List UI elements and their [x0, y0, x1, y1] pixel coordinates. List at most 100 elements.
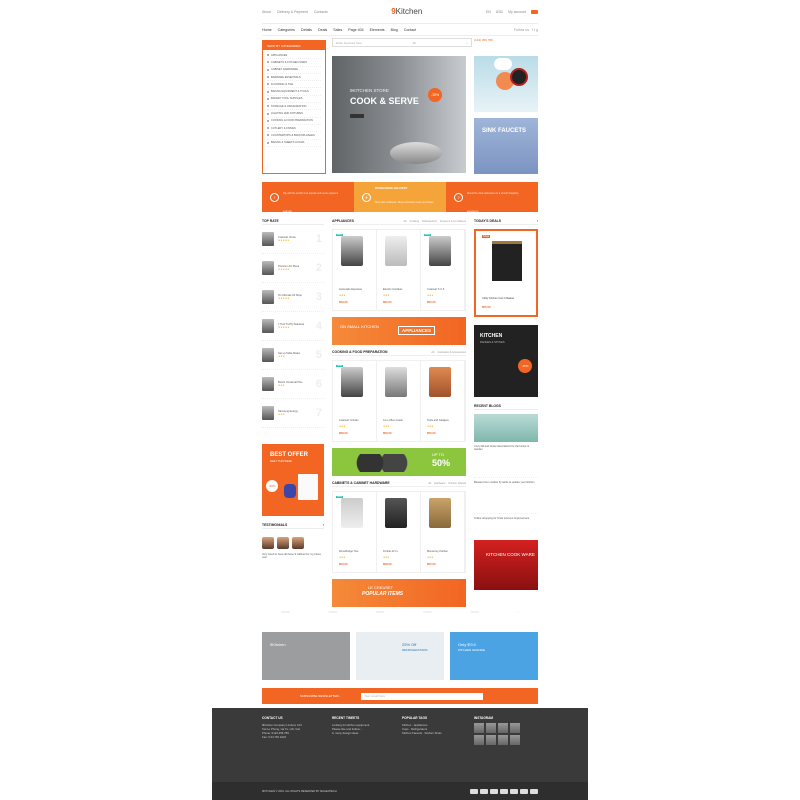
hero-shop-button[interactable]: [350, 114, 364, 118]
account-link[interactable]: My account: [508, 10, 526, 14]
instagram-thumb[interactable]: [474, 735, 484, 745]
nav-elements[interactable]: Elements: [370, 28, 385, 32]
product-card[interactable]: Monterrey Kitchen ★★★ $55.00: [421, 492, 465, 572]
sale-50-banner[interactable]: UP TO 50%: [332, 448, 466, 476]
search-input[interactable]: Enter keyword here All ⌕: [332, 38, 472, 47]
tab-freezers[interactable]: Freezers & Ice Makers: [440, 220, 466, 223]
nav-home[interactable]: Home: [262, 28, 272, 32]
product-card[interactable]: NEW Woodbridge Two ★★★ $50.00: [333, 492, 377, 572]
top-right: EN USD My account: [486, 9, 538, 14]
nav-contact[interactable]: Contact: [404, 28, 416, 32]
top-link-delivery[interactable]: Delivery & Payment: [277, 10, 308, 14]
nav-sales[interactable]: Sales: [333, 28, 342, 32]
category-item[interactable]: CABINET HARDWARE: [267, 67, 321, 74]
category-item[interactable]: BAKERY TOOL SUPPLIES: [267, 96, 321, 104]
product-card[interactable]: Electric Cordless ★★★ $60.00: [377, 230, 421, 310]
faucet-banner-title: SINK FAUCETS: [482, 128, 527, 134]
tab-all[interactable]: All: [428, 482, 431, 485]
top-link-about[interactable]: About: [262, 10, 271, 14]
search-scope[interactable]: All: [412, 41, 415, 45]
top-links: About Delivery & Payment Contacts: [262, 10, 328, 14]
nav-details[interactable]: Details: [301, 28, 312, 32]
top-rate-item[interactable]: 7 Tool Tri-Ply Stainless ★★★★★ 4: [262, 312, 324, 341]
top-rate-item[interactable]: Samsung Energy ★★★ 7: [262, 399, 324, 428]
promo-banner-refrigerators[interactable]: 25% Off REFRIGERATORS: [356, 632, 444, 680]
ranges-banner[interactable]: KITCHEN RANGES & STOVES -15%: [474, 325, 538, 397]
category-item[interactable]: BARWARE ESSENTIALS: [267, 74, 321, 82]
promo-banner-grande[interactable]: Only $'9.0 KITCHEN GRANDE: [450, 632, 538, 680]
top-link-contacts[interactable]: Contacts: [314, 10, 328, 14]
category-item[interactable]: BAKING & SHEETS & PANS: [267, 140, 321, 147]
tab-islands[interactable]: Kitchen Islands: [448, 482, 466, 485]
brand-logo[interactable]: ▭▭▭: [470, 610, 479, 614]
site-logo[interactable]: 9Kitchen: [391, 7, 422, 16]
category-item[interactable]: APPLIANCES: [267, 52, 321, 60]
top-rate-item[interactable]: Bosch Universal Plus ★★★ 6: [262, 370, 324, 399]
social-links[interactable]: Follow us f t g: [514, 28, 538, 32]
category-item[interactable]: LIGHTING AND FIXTURES: [267, 110, 321, 118]
newsletter-input[interactable]: Your email here: [361, 692, 484, 700]
tab-hardware[interactable]: Hardware: [434, 482, 445, 485]
category-item[interactable]: FLOORING & TILE: [267, 81, 321, 89]
instagram-thumb[interactable]: [486, 723, 496, 733]
faucet-banner[interactable]: SINK FAUCETS: [474, 118, 538, 174]
chef-banner[interactable]: [474, 56, 538, 112]
brand-logo[interactable]: ▭▭▭: [329, 610, 338, 614]
cart-icon[interactable]: [530, 9, 538, 14]
search-icon[interactable]: ⌕: [466, 41, 468, 45]
category-item[interactable]: COOKING & FOOD PREPARATION: [267, 118, 321, 125]
product-card[interactable]: Tools and Gadgets ★★★ $55.00: [421, 361, 465, 441]
instagram-thumb[interactable]: [486, 735, 496, 745]
top-rate-item[interactable]: Set up Table Mates ★★★ 5: [262, 341, 324, 370]
chevron-right-icon[interactable]: ›: [323, 523, 324, 527]
category-item[interactable]: CABINETS & KITCHEN SINKS: [267, 59, 321, 67]
product-card[interactable]: Kimble 42 In. ★★★ $58.00: [377, 492, 421, 572]
tag-link[interactable]: Kitchen Faucets: [402, 731, 422, 735]
tab-all[interactable]: All: [404, 220, 407, 223]
nav-404[interactable]: Page 404: [348, 28, 363, 32]
instagram-thumb[interactable]: [510, 723, 520, 733]
promo-banner-kitchen[interactable]: 9Kitchen: [262, 632, 350, 680]
brand-logo[interactable]: ▭▭▭: [423, 610, 432, 614]
nav-deals[interactable]: Deals: [318, 28, 327, 32]
nav-categories[interactable]: Categories: [278, 28, 295, 32]
top-rate-item[interactable]: Tel Ultimate 62 Shop ★★★★★ 3: [262, 283, 324, 312]
tab-all[interactable]: All: [431, 351, 434, 354]
top-rate-item[interactable]: Cuisinart Versa ★★★★★ 1: [262, 225, 324, 254]
tag-link[interactable]: Kitchen Sinks: [425, 731, 442, 735]
instagram-thumb[interactable]: [498, 735, 508, 745]
tab-cookware[interactable]: Cookware & Accessories: [437, 351, 466, 354]
category-item[interactable]: COUNTERTOPS & BACKSPLASHES: [267, 132, 321, 140]
top-rate-item[interactable]: Premium 10 Piece ★★★★★ 2: [262, 254, 324, 283]
hero-slider[interactable]: 9KITCHEN STORE COOK & SERVE -30%: [332, 56, 466, 173]
brand-logo[interactable]: ▭▭▭: [376, 610, 385, 614]
washer-image: [298, 474, 318, 500]
product-card[interactable]: NEW Cuisinart Grinder ★★★ $58.00: [333, 361, 377, 441]
tab-cooking[interactable]: Cooking: [410, 220, 420, 223]
brand-logo[interactable]: ▭▭▭: [281, 610, 290, 614]
instagram-thumb[interactable]: [474, 723, 484, 733]
deal-card[interactable]: SALE Utility Kitchen Cart 4 Basket $55.0…: [474, 229, 538, 317]
cookware-banner[interactable]: KITCHEN COOK WARE: [474, 540, 538, 590]
vacuum-image: [284, 484, 296, 498]
product-card[interactable]: 4-In-1 Box Grater ★★★ $59.00: [377, 361, 421, 441]
language-select[interactable]: EN: [486, 10, 491, 14]
blog-image[interactable]: [474, 414, 538, 442]
product-card[interactable]: NEW Automatic Espresso ★★★ $59.00: [333, 230, 377, 310]
product-card[interactable]: NEW Cuisinart 6 in 6 ★★★ $55.00: [421, 230, 465, 310]
category-item[interactable]: BAKING EQUIPMENT & TOOLS: [267, 88, 321, 96]
instagram-thumb[interactable]: [498, 723, 508, 733]
category-item[interactable]: CUTLERY & KNIVES: [267, 125, 321, 133]
blog-item[interactable]: Cozy fall and winter decorations for the…: [474, 442, 538, 478]
appliances-banner[interactable]: ON SMALL KITCHEN APPLIANCES: [332, 317, 466, 345]
tab-dishwashers[interactable]: Dishwashers: [422, 220, 437, 223]
chevron-right-icon[interactable]: ›: [537, 219, 538, 223]
blog-item[interactable]: Beware from modern fly tactic to update …: [474, 478, 538, 514]
category-item[interactable]: STORAGE & ORGANIZATION: [267, 103, 321, 111]
currency-select[interactable]: USD: [496, 10, 503, 14]
best-offer-banner[interactable]: BEST OFFER DAILY THIS WEEK -50%: [262, 444, 324, 516]
instagram-thumb[interactable]: [510, 735, 520, 745]
category-menu-title[interactable]: SHOP BY CATEGORIES: [263, 41, 325, 50]
chevron-right-icon[interactable]: ›: [518, 610, 519, 614]
nav-blog[interactable]: Blog: [391, 28, 398, 32]
